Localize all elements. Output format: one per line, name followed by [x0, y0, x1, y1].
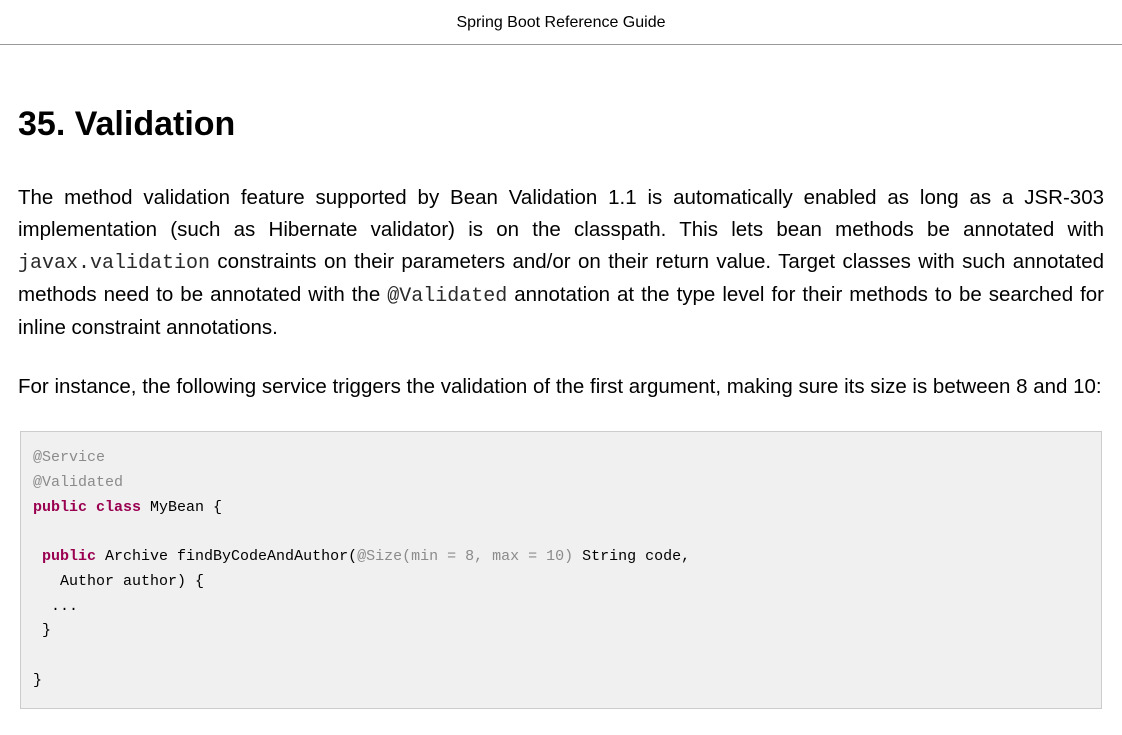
code-method-sig-1: Archive findByCodeAndAuthor(: [96, 548, 357, 565]
code-annotation-size: @Size: [357, 548, 402, 565]
page-header: Spring Boot Reference Guide: [0, 0, 1122, 45]
code-keyword-public-2: public: [42, 548, 96, 565]
code-classname: MyBean {: [141, 499, 222, 516]
section-heading: 35. Validation: [18, 105, 1104, 144]
code-indent: [33, 548, 42, 565]
para1-text-1: The method validation feature supported …: [18, 186, 1104, 241]
inline-code-javax-validation: javax.validation: [18, 252, 210, 275]
code-example: @Service @Validated public class MyBean …: [20, 431, 1102, 709]
paragraph-2: For instance, the following service trig…: [18, 371, 1104, 403]
code-line-6: ...: [33, 598, 78, 615]
header-title: Spring Boot Reference Guide: [456, 14, 665, 31]
code-line-8: }: [33, 672, 42, 689]
code-annotation-validated: @Validated: [33, 474, 123, 491]
code-line-5: Author author) {: [33, 573, 204, 590]
code-annotation-service: @Service: [33, 449, 105, 466]
content-area: 35. Validation The method validation fea…: [0, 105, 1122, 709]
code-annotation-size-args: (min = 8, max = 10): [402, 548, 573, 565]
code-keyword-public: public: [33, 499, 87, 516]
code-method-sig-2: String code,: [573, 548, 690, 565]
paragraph-1: The method validation feature supported …: [18, 182, 1104, 343]
inline-code-validated-annotation: @Validated: [387, 285, 507, 308]
code-keyword-class: class: [96, 499, 141, 516]
code-line-7: }: [33, 622, 51, 639]
